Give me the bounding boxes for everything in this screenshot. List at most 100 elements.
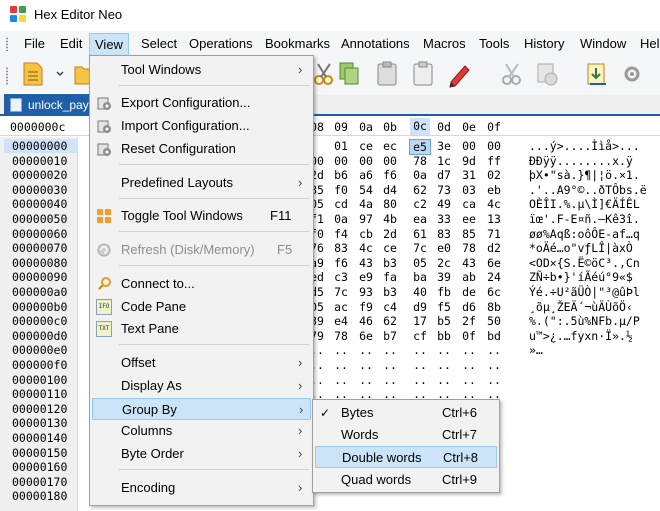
- hex-byte[interactable]: 85: [458, 227, 480, 241]
- menu-item-connect-to[interactable]: Connect to...: [92, 273, 311, 295]
- hex-byte[interactable]: f9: [355, 300, 377, 314]
- hex-byte[interactable]: 03: [458, 183, 480, 197]
- hex-byte[interactable]: 0f: [458, 329, 480, 343]
- ascii-text[interactable]: <OD×{S.Ë©öC³.,Cn: [529, 256, 640, 270]
- hex-byte[interactable]: 54: [355, 183, 377, 197]
- hex-byte[interactable]: 46: [355, 314, 377, 328]
- menubar-grip[interactable]: [5, 37, 9, 51]
- hex-byte[interactable]: ..: [355, 358, 377, 372]
- hex-byte[interactable]: e0: [433, 241, 455, 255]
- hex-byte[interactable]: 4c: [483, 197, 505, 211]
- ascii-text[interactable]: ZÑ÷b•}'íÃéú°9«$: [529, 270, 633, 284]
- menu-history[interactable]: History: [522, 35, 566, 55]
- hex-byte[interactable]: cb: [355, 227, 377, 241]
- hex-byte[interactable]: 71: [483, 227, 505, 241]
- hex-byte[interactable]: 05: [409, 256, 431, 270]
- hex-byte[interactable]: 00: [330, 154, 352, 168]
- hex-byte[interactable]: cf: [409, 329, 431, 343]
- hex-byte[interactable]: ..: [330, 358, 352, 372]
- pencil-icon[interactable]: [446, 60, 472, 88]
- menu-item-bytes[interactable]: ✓ Bytes Ctrl+6: [315, 402, 497, 424]
- menu-item-offset[interactable]: Offset ›: [92, 352, 311, 374]
- hex-byte[interactable]: 50: [483, 314, 505, 328]
- hex-byte[interactable]: d7: [433, 168, 455, 182]
- menu-annotations[interactable]: Annotations: [339, 35, 412, 55]
- column-header[interactable]: 0b: [380, 120, 400, 134]
- hex-byte[interactable]: bb: [433, 329, 455, 343]
- hex-byte[interactable]: 80: [379, 197, 401, 211]
- ascii-text[interactable]: þX•"sà.}¶|¦ö.×1.: [529, 168, 640, 182]
- compare-disabled-icon[interactable]: [534, 60, 560, 88]
- hex-byte[interactable]: c3: [330, 270, 352, 284]
- ascii-text[interactable]: ¸õµ¸ŽEÄ´¬ùÄÙõÖ‹: [529, 300, 633, 314]
- hex-byte[interactable]: 00: [379, 154, 401, 168]
- hex-byte[interactable]: 6e: [355, 329, 377, 343]
- toolbar-grip[interactable]: [5, 67, 9, 85]
- hex-byte[interactable]: 00: [483, 139, 505, 153]
- hex-byte[interactable]: 83: [433, 227, 455, 241]
- hex-byte[interactable]: ..: [355, 343, 377, 357]
- menu-item-text-pane[interactable]: TXT Text Pane: [92, 318, 311, 340]
- hex-byte[interactable]: ea: [409, 212, 431, 226]
- menu-select[interactable]: Select: [139, 35, 179, 55]
- hex-byte[interactable]: e5: [409, 139, 431, 155]
- hex-byte[interactable]: 62: [379, 314, 401, 328]
- hex-byte[interactable]: cd: [330, 197, 352, 211]
- hex-byte[interactable]: b6: [330, 168, 352, 182]
- hex-byte[interactable]: ab: [458, 270, 480, 284]
- hex-byte[interactable]: 83: [330, 241, 352, 255]
- ascii-text[interactable]: *oÄé…o"vƒLÎ|àxÒ: [529, 241, 633, 255]
- hex-byte[interactable]: d2: [483, 241, 505, 255]
- hex-byte[interactable]: ba: [409, 270, 431, 284]
- hex-byte[interactable]: c2: [409, 197, 431, 211]
- hex-byte[interactable]: e9: [355, 270, 377, 284]
- hex-byte[interactable]: ff: [483, 154, 505, 168]
- hex-byte[interactable]: 3e: [433, 139, 455, 153]
- menu-item-refresh[interactable]: Refresh (Disk/Memory) F5: [92, 239, 311, 261]
- cut-disabled-icon[interactable]: [498, 60, 524, 88]
- column-header[interactable]: 0e: [459, 120, 479, 134]
- hex-byte[interactable]: bd: [483, 329, 505, 343]
- hex-byte[interactable]: ..: [355, 373, 377, 387]
- hex-byte[interactable]: 40: [409, 285, 431, 299]
- hex-byte[interactable]: f4: [330, 227, 352, 241]
- hex-byte[interactable]: 7c: [330, 285, 352, 299]
- menu-item-display-as[interactable]: Display As ›: [92, 375, 311, 397]
- copy-icon[interactable]: [336, 60, 362, 88]
- hex-byte[interactable]: eb: [483, 183, 505, 197]
- hex-byte[interactable]: b3: [379, 285, 401, 299]
- hex-byte[interactable]: ce: [379, 241, 401, 255]
- hex-byte[interactable]: 97: [355, 212, 377, 226]
- hex-byte[interactable]: 4a: [355, 197, 377, 211]
- menu-macros[interactable]: Macros: [421, 35, 468, 55]
- menu-tools[interactable]: Tools: [477, 35, 511, 55]
- menu-item-encoding[interactable]: Encoding ›: [92, 477, 311, 499]
- hex-byte[interactable]: de: [458, 285, 480, 299]
- hex-byte[interactable]: 00: [458, 139, 480, 153]
- ascii-text[interactable]: ...ý>....Ììå>...: [529, 139, 640, 153]
- ascii-text[interactable]: OÈÎI.%.µ\Ì]€ÄÍÊL: [529, 197, 640, 211]
- menu-item-import-configuration[interactable]: Import Configuration...: [92, 115, 311, 137]
- ascii-text[interactable]: ÐÐÿÿ........x.ÿ: [529, 154, 633, 168]
- ascii-text[interactable]: Ýé.÷U²ãÜÒ|"³@ûÞl: [529, 285, 640, 299]
- hex-byte[interactable]: 73: [433, 183, 455, 197]
- hex-byte[interactable]: ..: [458, 343, 480, 357]
- hex-byte[interactable]: ..: [379, 373, 401, 387]
- hex-byte[interactable]: ..: [433, 373, 455, 387]
- hex-byte[interactable]: ca: [458, 197, 480, 211]
- hex-byte[interactable]: ..: [330, 373, 352, 387]
- ascii-text[interactable]: »…: [529, 343, 543, 357]
- menu-window[interactable]: Window: [578, 35, 628, 55]
- hex-byte[interactable]: 7c: [409, 241, 431, 255]
- ascii-text[interactable]: øø%Aqß:oôÔE-af…q: [529, 227, 640, 241]
- menu-view[interactable]: View: [89, 33, 129, 57]
- hex-byte[interactable]: ..: [483, 358, 505, 372]
- hex-byte[interactable]: 02: [483, 168, 505, 182]
- paste-icon[interactable]: [374, 60, 400, 88]
- hex-byte[interactable]: f6: [379, 168, 401, 182]
- menu-item-words[interactable]: Words Ctrl+7: [315, 424, 497, 446]
- hex-byte[interactable]: 6c: [483, 285, 505, 299]
- hex-byte[interactable]: 49: [433, 197, 455, 211]
- menu-item-reset-configuration[interactable]: Reset Configuration: [92, 138, 311, 160]
- column-header[interactable]: 0f: [484, 120, 504, 134]
